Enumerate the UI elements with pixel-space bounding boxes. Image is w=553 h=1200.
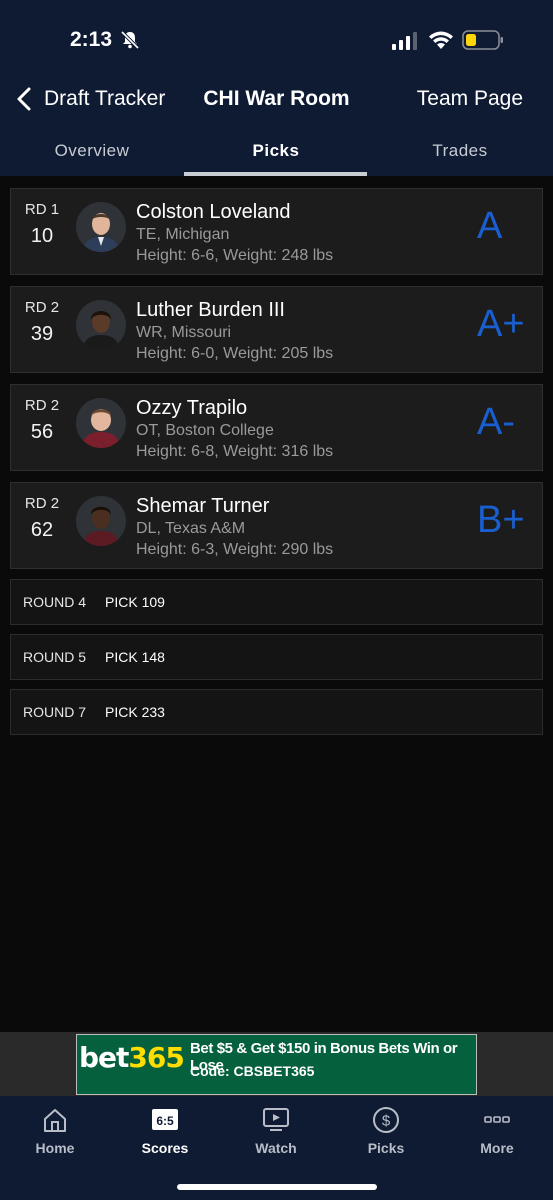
watch-icon — [263, 1108, 289, 1131]
future-pick-number: PICK 148 — [105, 649, 165, 665]
player-name: Shemar Turner — [136, 495, 270, 517]
tab-bar: Overview Picks Trades — [0, 134, 553, 176]
nav-watch-label: Watch — [255, 1140, 297, 1156]
future-pick-number: PICK 109 — [105, 594, 165, 610]
bet365-logo: bet365 — [79, 1041, 185, 1074]
future-pick-round: ROUND 5 — [23, 649, 87, 665]
player-measurements: Height: 6-8, Weight: 316 lbs — [136, 443, 334, 460]
future-pick-row[interactable]: ROUND 5 PICK 148 — [10, 634, 543, 680]
pick-grade: A+ — [477, 303, 525, 345]
status-time: 2:13 — [70, 28, 113, 51]
player-position: DL, Texas A&M — [136, 520, 246, 537]
nav-scores-label: Scores — [141, 1140, 189, 1156]
ad-promo-code: Code: CBSBET365 — [190, 1063, 315, 1079]
nav-watch[interactable]: Watch — [221, 1096, 331, 1166]
player-avatar — [76, 202, 126, 252]
ad-bar: bet365 Bet $5 & Get $150 in Bonus Bets W… — [0, 1032, 553, 1096]
player-measurements: Height: 6-3, Weight: 290 lbs — [136, 541, 334, 558]
pick-round: RD 2 — [24, 397, 60, 414]
more-icon — [484, 1116, 510, 1123]
player-position: TE, Michigan — [136, 226, 230, 243]
dollar-icon: $ — [373, 1107, 399, 1133]
pick-round: RD 2 — [24, 495, 60, 512]
svg-text:$: $ — [382, 1113, 391, 1130]
wifi-icon — [429, 31, 453, 49]
player-name: Ozzy Trapilo — [136, 397, 248, 419]
bottom-nav: Home 6:5 Scores Watch $ Picks More — [0, 1096, 553, 1200]
pick-card[interactable]: RD 2 62 Shemar Turner DL, Texas A&M Heig… — [10, 482, 543, 569]
home-icon — [44, 1109, 66, 1132]
team-page-button[interactable]: Team Page — [417, 87, 523, 111]
nav-bar: Draft Tracker CHI War Room Team Page — [0, 80, 553, 120]
player-avatar — [76, 398, 126, 448]
player-avatar — [76, 300, 126, 350]
pick-number: 39 — [30, 323, 54, 345]
player-avatar — [76, 496, 126, 546]
future-pick-number: PICK 233 — [105, 704, 165, 720]
player-name: Colston Loveland — [136, 201, 291, 223]
pick-round: RD 2 — [24, 299, 60, 316]
nav-home-label: Home — [35, 1140, 75, 1156]
tab-overview[interactable]: Overview — [0, 134, 184, 176]
player-name: Luther Burden III — [136, 299, 285, 321]
player-measurements: Height: 6-0, Weight: 205 lbs — [136, 345, 334, 362]
pick-number: 10 — [30, 225, 54, 247]
pick-round: RD 1 — [24, 201, 60, 218]
active-tab-indicator — [184, 172, 367, 176]
player-measurements: Height: 6-6, Weight: 248 lbs — [136, 247, 334, 264]
scores-icon: 6:5 — [152, 1109, 178, 1130]
tab-trades[interactable]: Trades — [368, 134, 552, 176]
cellular-signal-icon — [392, 32, 417, 50]
nav-more-label: More — [480, 1140, 514, 1156]
nav-home[interactable]: Home — [0, 1096, 110, 1166]
pick-grade: A — [477, 205, 503, 247]
pick-grade: A- — [477, 401, 515, 443]
pick-card[interactable]: RD 2 56 Ozzy Trapilo OT, Boston College … — [10, 384, 543, 471]
pick-card[interactable]: RD 2 39 Luther Burden III WR, Missouri H… — [10, 286, 543, 373]
tab-picks[interactable]: Picks — [184, 134, 368, 176]
player-position: OT, Boston College — [136, 422, 274, 439]
future-pick-round: ROUND 4 — [23, 594, 87, 610]
pick-number: 56 — [30, 421, 54, 443]
pick-card[interactable]: RD 1 10 Colston Loveland TE, Michigan He… — [10, 188, 543, 275]
nav-picks[interactable]: $ Picks — [331, 1096, 441, 1166]
app-header: 2:13 Draft Tracker CHI War Room Team Pag… — [0, 0, 553, 176]
player-position: WR, Missouri — [136, 324, 232, 341]
pick-grade: B+ — [477, 499, 525, 541]
future-pick-round: ROUND 7 — [23, 704, 87, 720]
svg-text:6:5: 6:5 — [156, 1114, 174, 1128]
nav-more[interactable]: More — [442, 1096, 552, 1166]
nav-scores[interactable]: 6:5 Scores — [110, 1096, 220, 1166]
nav-picks-label: Picks — [367, 1140, 405, 1156]
future-pick-row[interactable]: ROUND 4 PICK 109 — [10, 579, 543, 625]
status-bar: 2:13 — [0, 0, 553, 80]
home-indicator — [177, 1184, 377, 1190]
pick-number: 62 — [30, 519, 54, 541]
bet365-ad-banner[interactable]: bet365 Bet $5 & Get $150 in Bonus Bets W… — [76, 1034, 477, 1095]
battery-low-icon — [462, 30, 503, 50]
bell-muted-icon — [120, 30, 140, 50]
future-pick-row[interactable]: ROUND 7 PICK 233 — [10, 689, 543, 735]
